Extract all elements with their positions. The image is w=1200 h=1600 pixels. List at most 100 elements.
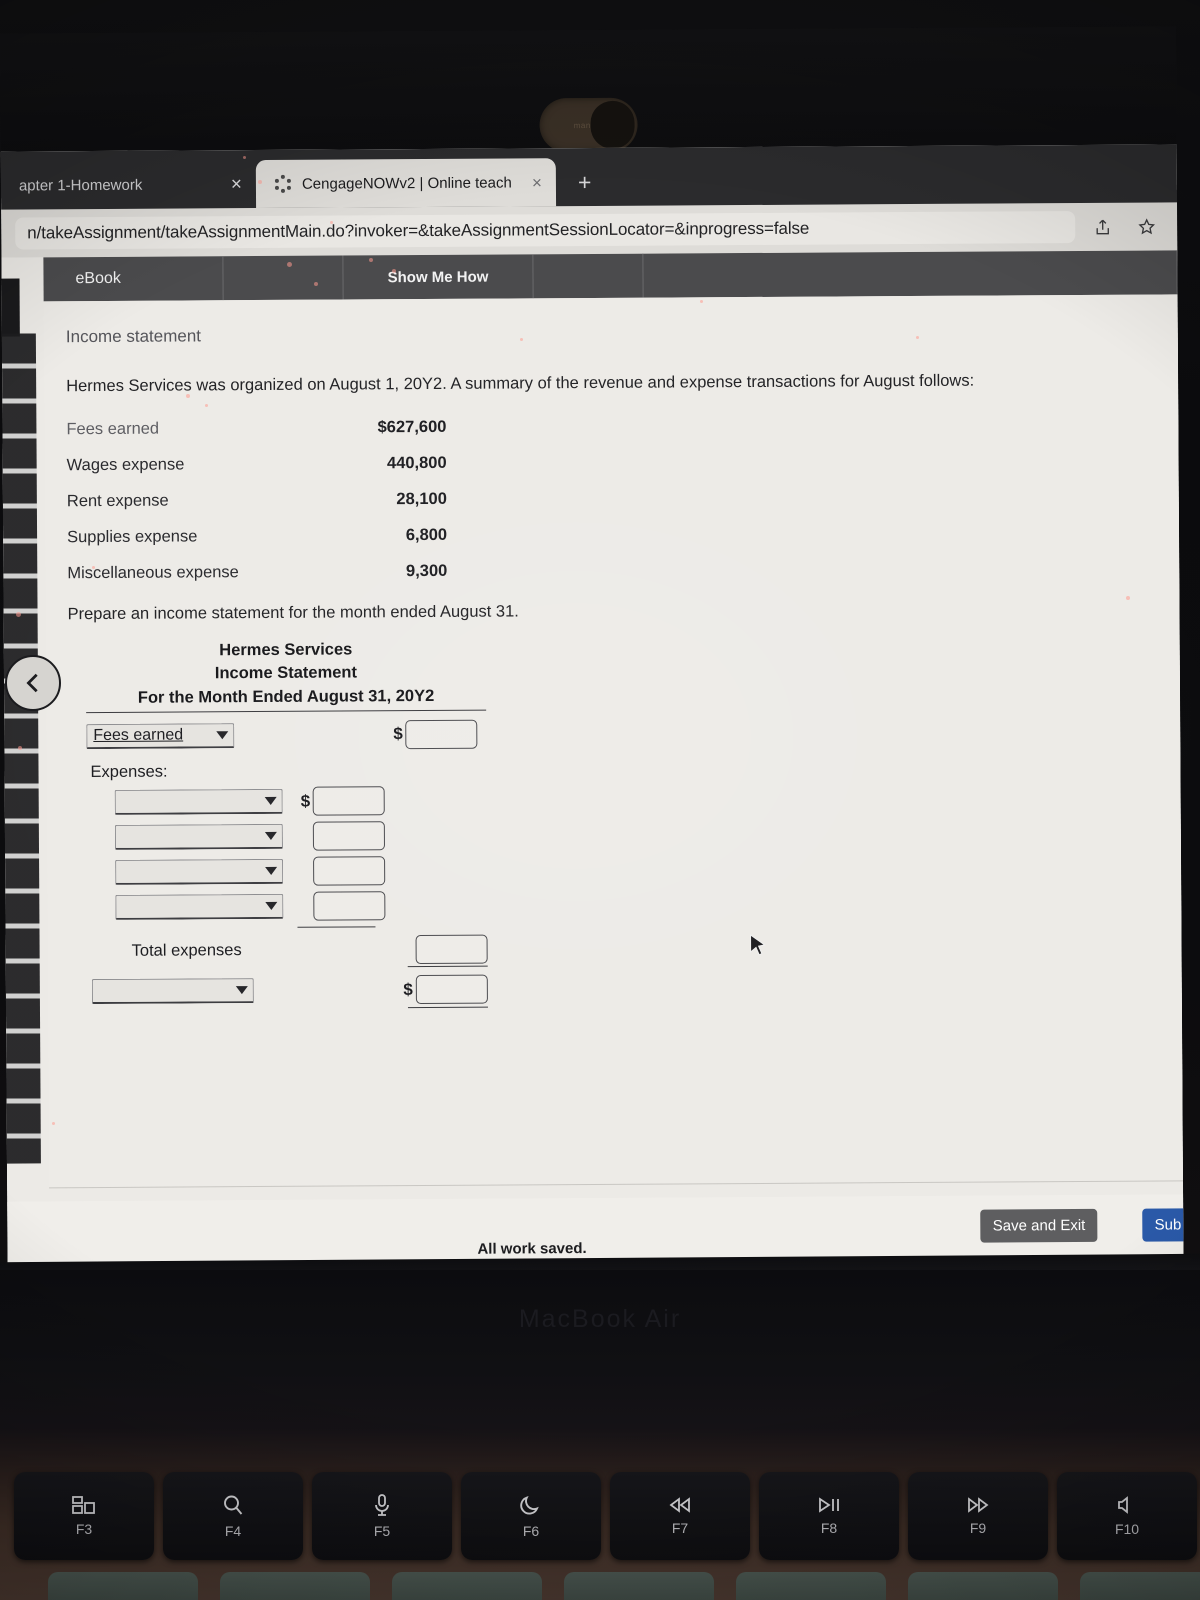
net-income-dollar-sign: $ <box>403 979 413 999</box>
sensor-speck <box>243 156 246 159</box>
screen-edge-reflection-top <box>1 278 20 337</box>
transaction-row: Miscellaneous expense 9,300 <box>67 562 447 583</box>
key-f7[interactable]: F7 <box>610 1472 750 1560</box>
transaction-label: Rent expense <box>66 491 169 511</box>
mouse-cursor-icon <box>750 934 767 963</box>
income-statement-form: Hermes Services Income Statement For the… <box>86 638 488 1011</box>
fast-forward-icon <box>964 1496 992 1514</box>
sensor-speck <box>1126 596 1130 600</box>
key-f9[interactable]: F9 <box>908 1472 1048 1560</box>
expense-row: $ <box>87 856 487 887</box>
share-icon[interactable] <box>1085 212 1119 242</box>
screen-bezel-top: manute <box>0 26 1177 153</box>
address-bar[interactable]: n/takeAssignment/takeAssignmentMain.do?i… <box>15 211 1076 250</box>
expense-amount-input-1[interactable] <box>313 786 386 816</box>
key-f6[interactable]: F6 <box>461 1472 601 1560</box>
assignment-page: eBook Show Me How Income statement Herme… <box>1 250 1184 1274</box>
key-f5[interactable]: F5 <box>312 1472 452 1560</box>
statement-company: Hermes Services <box>219 640 353 660</box>
sensor-speck <box>392 269 396 273</box>
close-icon[interactable]: × <box>231 174 242 195</box>
keyboard-key[interactable] <box>392 1572 542 1600</box>
star-icon[interactable] <box>1129 211 1163 241</box>
browser-tab-homework[interactable]: apter 1-Homework × <box>1 160 256 210</box>
transaction-label: Wages expense <box>66 455 185 475</box>
key-f8[interactable]: F8 <box>759 1472 899 1560</box>
submit-button[interactable]: Sub <box>1142 1208 1184 1242</box>
transaction-value: 6,800 <box>405 525 448 545</box>
key-f4[interactable]: F4 <box>163 1472 303 1560</box>
transaction-summary-list: Fees earned $627,600 Wages expense 440,8… <box>66 418 447 583</box>
close-icon[interactable]: × <box>532 173 542 192</box>
keyboard-key[interactable] <box>1080 1572 1200 1600</box>
loading-spinner-icon <box>274 174 292 193</box>
transaction-value: 28,100 <box>396 489 447 509</box>
webcam-notch: manute <box>539 97 638 153</box>
browser-window: apter 1-Homework × CengageNOWv2 | Online… <box>0 144 1184 1274</box>
new-tab-button[interactable]: + <box>556 169 612 206</box>
revenue-amount-input[interactable] <box>405 719 478 749</box>
transaction-value: 9,300 <box>405 561 448 581</box>
key-label: F5 <box>373 1523 391 1539</box>
key-label: F3 <box>75 1521 93 1537</box>
expense-amount-input-3[interactable] <box>313 856 386 886</box>
rewind-icon <box>666 1496 694 1514</box>
save-and-exit-button[interactable]: Save and Exit <box>980 1208 1098 1243</box>
expense-row: $ <box>87 891 487 922</box>
net-income-input[interactable] <box>415 974 488 1005</box>
keyboard-key[interactable] <box>564 1572 714 1600</box>
revenue-row: Fees earned $ <box>86 717 486 753</box>
sensor-speck <box>330 221 333 224</box>
sensor-speck <box>52 1122 55 1125</box>
url-text: n/takeAssignment/takeAssignmentMain.do?i… <box>27 218 810 243</box>
total-expenses-rule <box>407 965 488 968</box>
toolbar-spacer-1 <box>223 255 344 301</box>
statement-period: For the Month Ended August 31, 20Y2 <box>137 686 435 707</box>
microphone-icon <box>372 1493 392 1517</box>
expense-amount-input-2[interactable] <box>313 821 386 851</box>
key-f10[interactable]: F10 <box>1057 1472 1197 1560</box>
sensor-speck <box>700 300 703 303</box>
expense-account-select-2[interactable] <box>114 824 283 851</box>
chevron-down-icon <box>216 730 229 740</box>
browser-urlbar-row: n/takeAssignment/takeAssignmentMain.do?i… <box>1 202 1178 258</box>
transaction-value: 440,800 <box>386 453 447 473</box>
net-income-rule <box>407 1006 488 1009</box>
assignment-intro: Hermes Services was organized on August … <box>66 371 975 396</box>
chevron-left-icon <box>26 673 38 693</box>
expense-account-select-1[interactable] <box>114 789 283 816</box>
expense-account-select-3[interactable] <box>115 859 284 886</box>
browser-tabstrip: apter 1-Homework × CengageNOWv2 | Online… <box>0 144 1178 210</box>
expense-account-select-4[interactable] <box>115 894 284 921</box>
revenue-dollar-sign: $ <box>393 724 403 744</box>
expense-row: $ <box>87 786 487 817</box>
browser-tab-cengagenow[interactable]: CengageNOWv2 | Online teach × <box>255 158 557 209</box>
keyboard-key[interactable] <box>736 1572 886 1600</box>
transaction-label: Fees earned <box>66 419 160 439</box>
keyboard-key[interactable] <box>908 1572 1058 1600</box>
revenue-account-select-value: Fees earned <box>93 726 184 744</box>
keyboard-key[interactable] <box>48 1572 198 1600</box>
key-label: F8 <box>820 1520 838 1536</box>
statement-header-rule <box>86 709 487 714</box>
toolbar-spacer-2 <box>533 253 644 299</box>
macbook-brand-text: MacBook Air <box>518 1305 682 1333</box>
key-label: F4 <box>224 1523 242 1539</box>
net-income-rule-row <box>88 1006 488 1010</box>
webcam-privacy-slider-icon[interactable] <box>590 100 635 149</box>
sensor-speck <box>287 262 292 267</box>
transaction-row: Supplies expense 6,800 <box>67 526 447 547</box>
keyboard-key[interactable] <box>220 1572 370 1600</box>
back-navigation-button[interactable] <box>5 655 61 711</box>
key-f3[interactable]: F3 <box>14 1472 154 1560</box>
revenue-account-select[interactable]: Fees earned <box>86 722 235 749</box>
transaction-label: Supplies expense <box>67 527 198 547</box>
total-expenses-input[interactable] <box>415 934 488 965</box>
spotlight-search-icon <box>221 1493 245 1517</box>
screenshot-root: manute apter 1-Homework × CengageNOWv2 |… <box>0 0 1200 1600</box>
chevron-down-icon <box>235 986 248 995</box>
sensor-speck <box>205 404 208 407</box>
ebook-button[interactable]: eBook <box>43 256 224 302</box>
expense-amount-input-4[interactable] <box>313 891 386 921</box>
net-income-select[interactable] <box>91 978 254 1005</box>
